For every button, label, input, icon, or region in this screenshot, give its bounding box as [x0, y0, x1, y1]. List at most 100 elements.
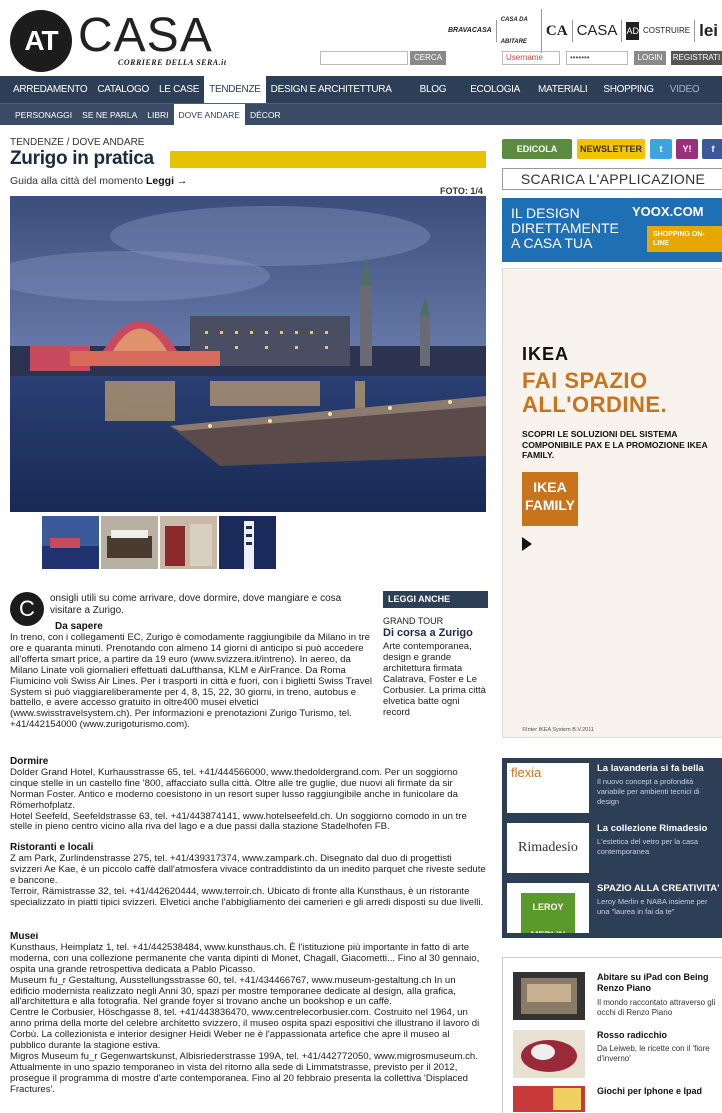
shopping-online-button[interactable]: SHOPPING ON-LINE: [647, 226, 722, 252]
promo-desc: L'estetica del vetro per la casa contemp…: [597, 837, 699, 856]
ristoranti-item-2: Terroir, Rämistrasse 32, tel. +41/442620…: [10, 885, 484, 908]
news-image: [513, 1086, 585, 1112]
dormire-section: Dormire Dolder Grand Hotel, Kurhausstras…: [10, 756, 486, 833]
partner-casa[interactable]: CASA: [577, 20, 623, 42]
ristoranti-item-1: Z am Park, Zurlindenstrasse 275, tel. +4…: [10, 852, 486, 886]
related-title[interactable]: Di corsa a Zurigo: [383, 627, 488, 639]
title-accent-bar: [170, 151, 486, 168]
promo-rimadesio[interactable]: Rimadesio La collezione Rimadesio L'este…: [502, 818, 722, 878]
sub-nav: PERSONAGGI SE NE PARLA LIBRI DOVE ANDARE…: [0, 103, 722, 126]
ikea-copyright: ©Inter IKEA System B.V.2011: [522, 727, 594, 733]
flexia-image: flexia: [507, 763, 589, 813]
banner-line-2: DIRETTAMENTE: [511, 220, 619, 236]
dropcap: C: [10, 592, 44, 626]
promo-title: La lavanderia si fa bella: [597, 763, 704, 774]
login-button[interactable]: LOGIN: [634, 51, 666, 65]
news-desc: Da Leiweb, le ricette con il 'fiore d'in…: [597, 1044, 710, 1063]
nav-blog[interactable]: BLOG: [415, 76, 452, 103]
yoox-banner[interactable]: IL DESIGN DIRETTAMENTE A CASA TUA YOOX.C…: [502, 198, 722, 262]
page-title: Zurigo in pratica: [10, 148, 154, 169]
partner-bravacasa[interactable]: BRAVACASA: [448, 20, 497, 42]
search-input[interactable]: [320, 51, 408, 65]
partner-ad[interactable]: AD: [626, 22, 639, 40]
register-button[interactable]: REGISTRATI: [671, 51, 722, 65]
subtitle: Guida alla città del momento Leggi →: [10, 175, 188, 187]
partner-casa-da-abitare[interactable]: CASA DA ABITARE: [501, 9, 542, 53]
banner-line-1: IL DESIGN: [511, 205, 580, 221]
nav-le-case[interactable]: LE CASE: [154, 76, 204, 103]
leroy-merlin-image: LEROY MERLIN: [507, 883, 589, 933]
play-icon[interactable]: [522, 537, 532, 551]
ikea-headline: FAI SPAZIO ALL'ORDINE.: [522, 368, 668, 417]
breadcrumb: TENDENZE / DOVE ANDARE: [10, 137, 145, 148]
promo-desc: Il nuovo concept a profondità variabile …: [597, 777, 700, 806]
nav-catalogo[interactable]: CATALOGO: [92, 76, 154, 103]
nav-design-architettura[interactable]: DESIGN E ARCHITETTURA: [266, 76, 397, 103]
subnav-libri[interactable]: LIBRI: [142, 104, 173, 126]
subnav-personaggi[interactable]: PERSONAGGI: [10, 104, 77, 126]
zurich-night-photo: [10, 196, 486, 512]
ikea-ad[interactable]: IKEA FAI SPAZIO ALL'ORDINE. SCOPRI LE SO…: [502, 268, 722, 738]
thumbnail-2[interactable]: [101, 516, 158, 569]
subnav-decor[interactable]: DÉCOR: [245, 104, 286, 126]
news-list: Abitare su iPad con Being Renzo Piano Il…: [502, 957, 722, 1113]
news-title: Rosso radicchio: [597, 1030, 668, 1040]
news-image: [513, 972, 585, 1020]
related-text: Arte contemporanea, design e grande arch…: [383, 641, 486, 718]
download-app-banner[interactable]: SCARICA L'APPLICAZIONE: [502, 168, 722, 190]
musei-item-4: Migros Museum fu_r Gegenwartskunst, Albi…: [10, 1050, 478, 1095]
nav-shopping[interactable]: SHOPPING: [598, 76, 658, 103]
hero-image[interactable]: [10, 196, 486, 512]
promo-flexia[interactable]: flexia La lavanderia si fa bella Il nuov…: [502, 758, 722, 818]
site-header: AT CASA CORRIERE DELLA SERA.it BRAVACASA…: [0, 0, 722, 76]
thumbnail-3[interactable]: [160, 516, 217, 569]
thumbnail-1[interactable]: [42, 516, 99, 569]
news-title: Giochi per Iphone e Ipad: [597, 1086, 703, 1096]
nav-video[interactable]: VIDEO: [665, 76, 705, 103]
musei-item-2: Museum fu_r Gestaltung, Ausstellungsstra…: [10, 974, 456, 1008]
casa-logo[interactable]: CASA: [78, 12, 213, 60]
nav-materiali[interactable]: MATERIALI: [533, 76, 592, 103]
promo-title: La collezione Rimadesio: [597, 823, 708, 834]
newsletter-button[interactable]: NEWSLETTER: [577, 139, 645, 159]
main-nav: ARREDAMENTO CATALOGO LE CASE TENDENZE DE…: [0, 76, 722, 103]
related-header: LEGGI ANCHE: [383, 591, 488, 608]
ikea-family-logo: IKEA FAMILY: [522, 472, 578, 526]
related-box: LEGGI ANCHE GRAND TOUR Di corsa a Zurigo…: [383, 591, 488, 718]
article-intro: onsigli utili su come arrivare, dove dor…: [50, 593, 342, 616]
nav-tendenze[interactable]: TENDENZE: [204, 76, 266, 103]
partner-lei[interactable]: lei: [699, 20, 722, 42]
news-desc: Il mondo raccontato attraverso gli occhi…: [597, 998, 716, 1017]
username-field[interactable]: Username: [502, 51, 560, 65]
edicola-button[interactable]: EDICOLA: [502, 139, 572, 159]
yahoo-icon[interactable]: Y!: [676, 139, 698, 159]
da-sapere-text: In treno, con i collegamenti EC, Zurigo …: [10, 632, 373, 731]
twitter-icon[interactable]: t: [650, 139, 672, 159]
subnav-se-ne-parla[interactable]: SE NE PARLA: [77, 104, 142, 126]
thumbnail-4[interactable]: [219, 516, 276, 569]
news-image: [513, 1030, 585, 1078]
subnav-dove-andare[interactable]: DOVE ANDARE: [173, 103, 245, 126]
promo-title: SPAZIO ALLA CREATIVITA': [597, 883, 720, 894]
partner-logos: BRAVACASA CASA DA ABITARE CA CASA AD COS…: [448, 9, 722, 53]
search-button[interactable]: CERCA: [410, 51, 446, 65]
at-logo[interactable]: AT: [10, 10, 72, 72]
leggi-link[interactable]: Leggi →: [146, 175, 187, 187]
ristoranti-section: Ristoranti e locali Z am Park, Zurlinden…: [10, 842, 486, 908]
promo-desc: Leroy Merlin e NABA insieme per una "lau…: [597, 897, 708, 916]
partner-costruire[interactable]: COSTRUIRE: [643, 20, 696, 42]
yoox-logo: YOOX.COM: [632, 204, 704, 219]
password-field[interactable]: •••••••: [566, 51, 628, 65]
thumbnail-strip: [42, 516, 276, 569]
promo-leroy-merlin[interactable]: LEROY MERLIN SPAZIO ALLA CREATIVITA' Ler…: [502, 878, 722, 938]
ikea-text: SCOPRI LE SOLUZIONI DEL SISTEMA COMPONIB…: [522, 429, 708, 460]
nav-ecologia[interactable]: ECOLOGIA: [465, 76, 525, 103]
news-title: Abitare su iPad con Being Renzo Piano: [597, 972, 709, 993]
corriere-logo: CORRIERE DELLA SERA.it: [118, 58, 227, 67]
ikea-logo: IKEA: [522, 344, 570, 364]
partner-ca[interactable]: CA: [546, 20, 573, 42]
related-category: GRAND TOUR: [383, 616, 444, 626]
facebook-icon[interactable]: f: [702, 139, 722, 159]
nav-arredamento[interactable]: ARREDAMENTO: [8, 76, 92, 103]
musei-item-3: Centre le Corbusier, Höschgasse 8, tel. …: [10, 1007, 480, 1052]
